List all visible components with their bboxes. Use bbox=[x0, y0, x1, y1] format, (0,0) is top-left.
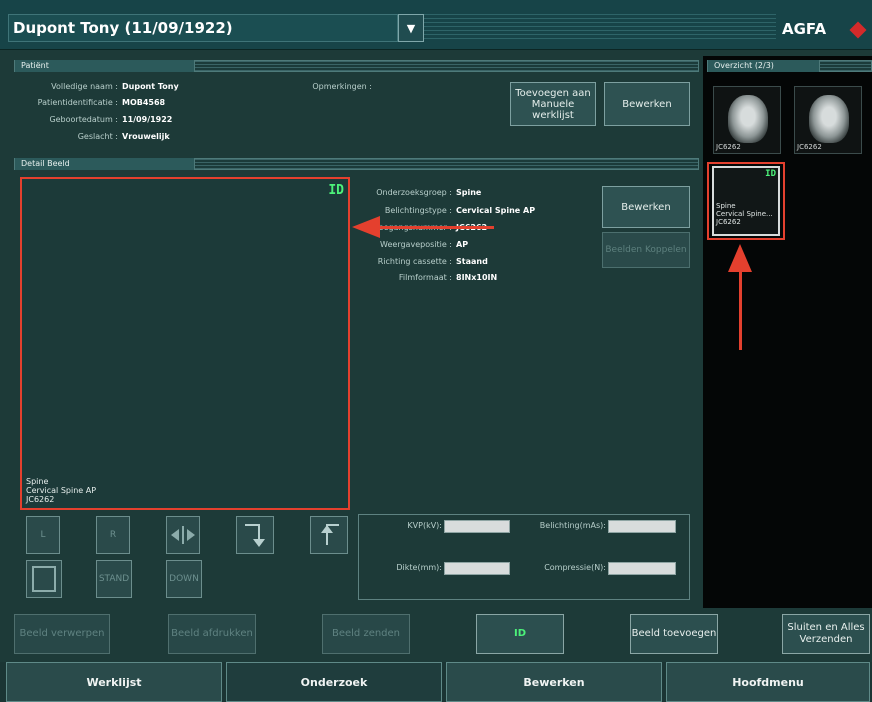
annotation-arrowhead-up bbox=[728, 244, 752, 272]
blank-marker-button[interactable] bbox=[26, 560, 62, 598]
flip-horizontal-icon bbox=[171, 526, 195, 544]
gender-value: Vrouwelijk bbox=[122, 132, 170, 141]
stand-button[interactable]: STAND bbox=[96, 560, 132, 598]
rotate-counterclockwise-icon bbox=[321, 524, 339, 545]
exposure-type-label: Belichtingstype : bbox=[384, 206, 452, 215]
gender-label: Geslacht : bbox=[77, 132, 118, 141]
detail-panel-title: Detail Beeld bbox=[15, 158, 195, 170]
down-button[interactable]: DOWN bbox=[166, 560, 202, 598]
birth-date-label: Geboortedatum : bbox=[49, 115, 118, 124]
patient-panel-header: Patiënt bbox=[14, 60, 699, 72]
square-icon bbox=[32, 566, 56, 592]
compression-field[interactable] bbox=[608, 562, 676, 575]
full-name-label: Volledige naam : bbox=[51, 82, 118, 91]
close-and-send-all-button[interactable]: Sluiten en Alles Verzenden bbox=[782, 614, 870, 654]
cassette-direction-label: Richting cassette : bbox=[377, 257, 452, 266]
chevron-down-icon[interactable]: ▼ bbox=[398, 14, 424, 42]
image-caption-code: JC6262 bbox=[26, 495, 55, 504]
mas-field[interactable] bbox=[608, 520, 676, 533]
main-tabs: Werklijst Onderzoek Bewerken Hoofdmenu bbox=[0, 662, 872, 702]
image-caption: Spine Cervical Spine AP JC6262 bbox=[26, 477, 96, 504]
selected-caption: Spine Cervical Spine... JC6262 bbox=[716, 202, 773, 226]
overview-thumbnail-2[interactable]: JC6262 bbox=[794, 86, 862, 154]
reject-image-button[interactable]: Beeld verwerpen bbox=[14, 614, 110, 654]
overview-panel-header: Overzicht (2/3) bbox=[707, 60, 872, 72]
full-name-value: Dupont Tony bbox=[122, 82, 179, 91]
flip-horizontal-button[interactable] bbox=[166, 516, 200, 554]
tab-main-menu[interactable]: Hoofdmenu bbox=[666, 662, 870, 702]
selected-caption-type: Cervical Spine... bbox=[716, 210, 773, 218]
film-format-label: Filmformaat : bbox=[398, 273, 452, 282]
add-to-manual-worklist-button[interactable]: Toevoegen aan Manuele werklijst bbox=[510, 82, 596, 126]
patient-panel-title: Patiënt bbox=[15, 60, 195, 72]
annotation-arrow-up bbox=[739, 270, 742, 350]
image-caption-type: Cervical Spine AP bbox=[26, 486, 97, 495]
remarks-label: Opmerkingen : bbox=[312, 82, 372, 91]
tab-examination[interactable]: Onderzoek bbox=[226, 662, 442, 702]
selected-thumbnail[interactable]: ID Spine Cervical Spine... JC6262 bbox=[712, 166, 780, 236]
link-images-button[interactable]: Beelden Koppelen bbox=[602, 232, 690, 268]
add-image-button[interactable]: Beeld toevoegen bbox=[630, 614, 718, 654]
exam-group-label: Onderzoeksgroep : bbox=[376, 188, 452, 197]
film-format-value: 8INx10IN bbox=[456, 273, 498, 282]
id-marker: ID bbox=[328, 183, 344, 198]
view-position-value: AP bbox=[456, 240, 469, 249]
send-image-button[interactable]: Beeld zenden bbox=[322, 614, 410, 654]
id-button[interactable]: ID bbox=[476, 614, 564, 654]
thumb-code: JC6262 bbox=[797, 143, 822, 151]
thickness-field[interactable] bbox=[444, 562, 510, 575]
xray-image bbox=[728, 95, 768, 143]
print-image-button[interactable]: Beeld afdrukken bbox=[168, 614, 256, 654]
rotate-clockwise-button[interactable] bbox=[236, 516, 274, 554]
mas-label: Belichting(mAs): bbox=[539, 521, 606, 530]
detail-image-area[interactable]: ID Spine Cervical Spine AP JC6262 bbox=[20, 177, 350, 510]
kvp-label: KVP(kV): bbox=[407, 521, 442, 530]
view-position-label: Weergavepositie : bbox=[380, 240, 452, 249]
exam-group-value: Spine bbox=[456, 188, 482, 197]
cassette-direction-value: Staand bbox=[456, 257, 488, 266]
exposure-type-value: Cervical Spine AP bbox=[456, 206, 536, 215]
action-bar bbox=[0, 608, 872, 660]
rotate-counterclockwise-button[interactable] bbox=[310, 516, 348, 554]
tab-edit[interactable]: Bewerken bbox=[446, 662, 662, 702]
patient-id-label: Patientidentificatie : bbox=[37, 98, 118, 107]
tab-worklist[interactable]: Werklijst bbox=[6, 662, 222, 702]
selected-caption-group: Spine bbox=[716, 202, 736, 210]
title-bar-stripes bbox=[424, 14, 776, 42]
edit-detail-button[interactable]: Bewerken bbox=[602, 186, 690, 228]
kvp-field[interactable] bbox=[444, 520, 510, 533]
patient-selector[interactable]: Dupont Tony (11/09/1922) bbox=[8, 14, 398, 42]
thickness-label: Dikte(mm): bbox=[396, 563, 442, 572]
edit-patient-button[interactable]: Bewerken bbox=[604, 82, 690, 126]
overview-title: Overzicht (2/3) bbox=[708, 60, 820, 72]
thumb-code: JC6262 bbox=[716, 143, 741, 151]
patient-id-value: MOB4568 bbox=[122, 98, 166, 107]
xray-image bbox=[809, 95, 849, 143]
image-caption-group: Spine bbox=[26, 477, 49, 486]
left-marker-button[interactable]: L bbox=[26, 516, 60, 554]
overview-thumbnail-1[interactable]: JC6262 bbox=[713, 86, 781, 154]
selected-caption-code: JC6262 bbox=[716, 218, 741, 226]
selected-id-marker: ID bbox=[765, 169, 776, 179]
right-marker-button[interactable]: R bbox=[96, 516, 130, 554]
annotation-arrow-left bbox=[376, 226, 494, 229]
rotate-clockwise-icon bbox=[245, 524, 265, 547]
annotation-arrowhead-left bbox=[352, 216, 380, 238]
compression-label: Compressie(N): bbox=[544, 563, 606, 572]
birth-date-value: 11/09/1922 bbox=[122, 115, 173, 124]
detail-panel-header: Detail Beeld bbox=[14, 158, 699, 170]
